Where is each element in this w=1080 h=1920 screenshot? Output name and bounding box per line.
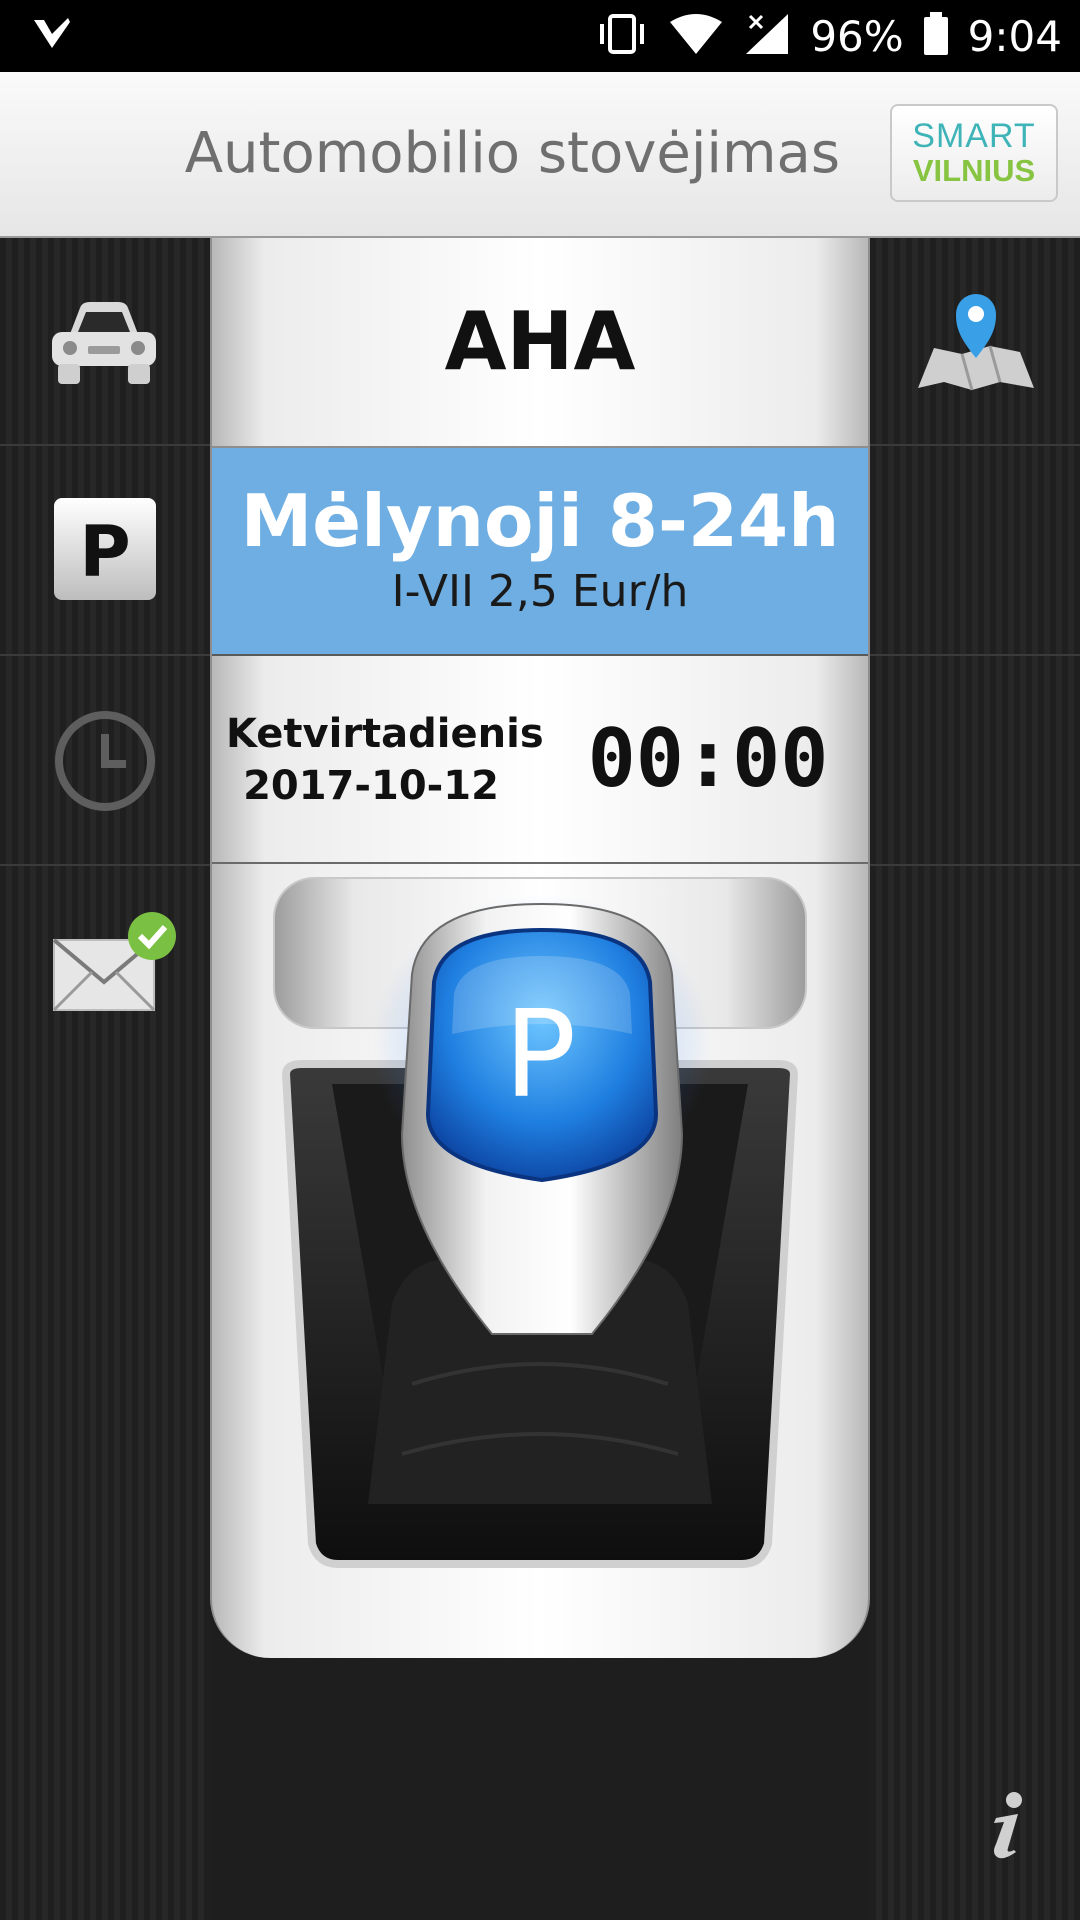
wifi-icon <box>668 12 724 60</box>
battery-percent: 96% <box>810 11 904 61</box>
right-menu <box>870 238 1080 1920</box>
page-title: Automobilio stovėjimas <box>184 121 840 186</box>
car-plate[interactable]: AHA <box>212 238 868 448</box>
zone-selector[interactable]: Mėlynoji 8-24h I-VII 2,5 Eur/h <box>212 448 868 656</box>
smart-vilnius-logo[interactable]: SMART VILNIUS <box>890 104 1058 202</box>
battery-icon <box>922 12 950 60</box>
signal-icon <box>742 12 792 60</box>
parking-panel: AHA Mėlynoji 8-24h I-VII 2,5 Eur/h Ketvi… <box>210 238 870 1658</box>
date-label: 2017-10-12 <box>243 763 499 809</box>
left-menu: P <box>0 238 210 1920</box>
parking-icon[interactable]: P <box>52 496 158 606</box>
zone-name: Mėlynoji 8-24h <box>240 479 840 563</box>
clock-icon[interactable] <box>52 708 158 818</box>
clock-time: 9:04 <box>967 11 1062 61</box>
gear-shifter-area: P <box>212 864 868 1658</box>
status-bar: 96% 9:04 <box>0 0 1080 72</box>
time-row: Ketvirtadienis 2017-10-12 00:00 <box>212 656 868 864</box>
info-icon[interactable] <box>978 1790 1034 1864</box>
vibrate-icon <box>594 12 650 60</box>
weekday-label: Ketvirtadienis <box>226 711 544 757</box>
map-pin-icon[interactable] <box>914 290 1038 398</box>
app-header: Automobilio stovėjimas SMART VILNIUS <box>0 72 1080 239</box>
notification-check-icon <box>30 12 74 60</box>
mail-check-icon[interactable] <box>52 910 182 1024</box>
zone-rate: I-VII 2,5 Eur/h <box>391 566 689 617</box>
duration-value[interactable]: 00:00 <box>568 656 848 862</box>
svg-text:P: P <box>79 511 130 593</box>
car-icon[interactable] <box>48 296 160 392</box>
logo-line2: VILNIUS <box>912 153 1036 188</box>
logo-line1: SMART <box>912 117 1036 155</box>
gear-label: P <box>504 986 576 1125</box>
